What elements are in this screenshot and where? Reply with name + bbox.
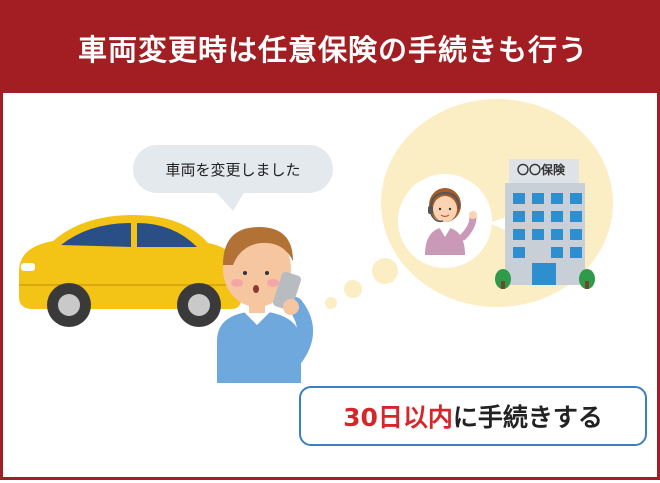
page-title: 車両変更時は任意保険の手続きも行う bbox=[77, 33, 588, 67]
office-sign: 〇〇保険 bbox=[516, 162, 565, 177]
illustration-frame: 車両変更時は任意保険の手続きも行う 〇〇保険 車両を変更しました 30日以内 に… bbox=[0, 0, 660, 480]
deadline-callout: 30日以内 に手続きする bbox=[299, 386, 647, 446]
person-on-phone-icon bbox=[217, 227, 314, 383]
header-banner: 車両変更時は任意保険の手続きも行う bbox=[3, 3, 660, 93]
speech-bubble-tail bbox=[215, 191, 245, 211]
illustration-scene: 〇〇保険 車両を変更しました 30日以内 に手続きする bbox=[3, 93, 660, 483]
speech-bubble: 車両を変更しました bbox=[133, 145, 333, 193]
operator-icon bbox=[398, 174, 492, 268]
deadline-text: に手続きする bbox=[452, 403, 603, 432]
speech-bubble-text: 車両を変更しました bbox=[165, 160, 301, 179]
deadline-highlight: 30日以内 bbox=[343, 403, 453, 432]
